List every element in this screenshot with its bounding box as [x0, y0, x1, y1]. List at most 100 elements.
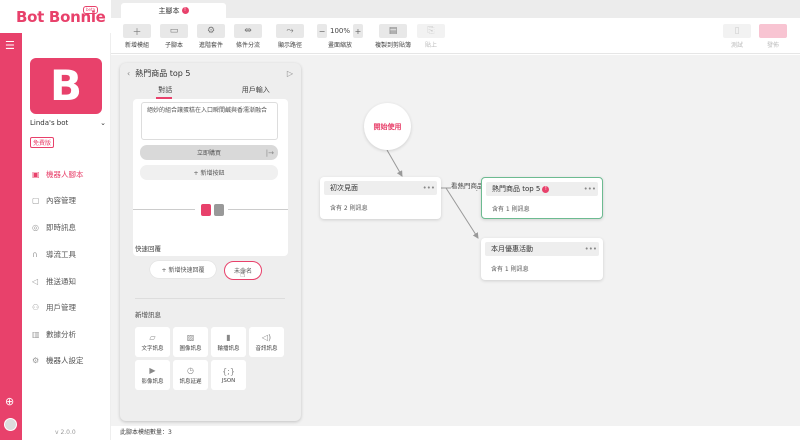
tab-label: 主腳本 — [158, 6, 180, 15]
carousel-page-2[interactable] — [214, 204, 224, 216]
flow-node-monthly-promo[interactable]: 本月優惠活動 ••• 含有 1 則訊息 — [481, 238, 603, 280]
image-icon: ▨ — [186, 332, 195, 342]
bot-avatar-letter-icon: B — [49, 61, 82, 110]
image-message-button[interactable]: ▨ 圖像訊息 — [173, 327, 208, 357]
json-message-button[interactable]: {;} JSON — [211, 360, 246, 390]
sidebar-item-label: 推送通知 — [46, 276, 76, 286]
editor-title: 熱門商品 top 5 — [135, 69, 191, 78]
more-options-icon[interactable]: ••• — [423, 181, 435, 195]
paste-button[interactable]: ⎘ 貼上 — [409, 24, 453, 49]
more-options-icon[interactable]: ••• — [584, 182, 596, 196]
sub-script-label: 子腳本 — [164, 42, 183, 49]
flow-node-first-meet[interactable]: 初次見面 ••• 含有 2 則訊息 — [320, 177, 441, 219]
tab-main-script[interactable]: 主腳本 ! — [121, 3, 226, 18]
sidebar-item-content[interactable]: ▢ 內容管理 — [28, 191, 108, 209]
sidebar-item-label: 機器人腳本 — [46, 169, 84, 179]
module-editor-panel: ‹ 熱門商品 top 5 ▷ 對話 用戶輸入 絕妙的組合讓蛋糕在入口瞬間鹹與香濡… — [120, 63, 301, 421]
show-path-label: 顯示路徑 — [277, 42, 302, 49]
carousel-page-1[interactable] — [201, 204, 211, 216]
sidebar: B Linda's bot ⌄ 免費版 ▣ 機器人腳本 ▢ 內容管理 ◎ 即時訊… — [22, 33, 111, 440]
description-textarea[interactable]: 絕妙的組合讓蛋糕在入口瞬間鹹與香濡漸融合 — [141, 102, 278, 140]
flow-node-title: 本月優惠活動 — [485, 242, 599, 256]
hand-cursor-icon: ☝ — [240, 270, 246, 280]
zoom-out-button[interactable]: − — [317, 24, 327, 38]
sidebar-item-label: 內容管理 — [46, 195, 76, 205]
bot-avatar: B — [30, 58, 102, 114]
editor-tabs: 對話 用戶輸入 — [120, 84, 301, 99]
sidebar-item-live-chat[interactable]: ◎ 即時訊息 — [28, 218, 108, 236]
zoom-control: − 100% + 畫面縮放 — [313, 24, 367, 49]
video-icon: ▶ — [149, 365, 156, 375]
sidebar-item-broadcast[interactable]: ◁ 推送通知 — [28, 272, 108, 290]
sidebar-item-label: 機器人設定 — [46, 355, 84, 365]
gear-icon: ⚙ — [197, 24, 225, 38]
zoom-in-button[interactable]: + — [353, 24, 363, 38]
logo-badge: beta — [83, 6, 99, 14]
braces-icon: {;} — [222, 366, 235, 376]
add-button-button[interactable]: + 新增按鈕 — [140, 165, 278, 180]
tab-user-input[interactable]: 用戶輸入 — [211, 84, 302, 99]
sidebar-item-bot-script[interactable]: ▣ 機器人腳本 — [28, 165, 108, 183]
sidebar-item-analytics[interactable]: ▥ 數據分析 — [28, 325, 108, 343]
buy-now-button[interactable]: 立即購買 |→ — [140, 145, 278, 160]
path-icon: ⤳ — [276, 24, 304, 38]
user-avatar[interactable] — [4, 418, 17, 431]
clock-icon: ◷ — [187, 365, 194, 375]
publish-label: 發佈 — [766, 42, 779, 49]
msg-type-label: 音訊訊息 — [255, 345, 278, 352]
play-icon[interactable]: ▷ — [287, 69, 293, 78]
divider-left — [133, 209, 195, 210]
content-icon: ▢ — [32, 195, 40, 205]
carousel-icon: ▮ — [226, 332, 231, 342]
flow-node-hot-products[interactable]: 熱門商品 top 5! ••• 含有 1 則訊息 — [481, 177, 603, 219]
plus-icon: ＋ — [123, 24, 151, 38]
audio-message-button[interactable]: ◁) 音訊訊息 — [249, 327, 284, 357]
video-message-button[interactable]: ▶ 影像訊息 — [135, 360, 170, 390]
menu-icon[interactable]: ☰ — [5, 39, 15, 52]
status-bar: 此腳本模組數量：3 — [111, 426, 800, 440]
sidebar-item-users[interactable]: ⚇ 用戶管理 — [28, 298, 108, 316]
nav-strip: ☰ ⊕ — [0, 33, 22, 440]
publish-button[interactable]: 發佈 — [751, 24, 795, 49]
new-module-label: 新增模組 — [124, 42, 149, 49]
sidebar-item-label: 數據分析 — [46, 329, 76, 339]
condition-branch-button[interactable]: ⇹ 條件分流 — [226, 24, 270, 49]
error-badge-icon: ! — [542, 186, 550, 193]
msg-type-label: 圖像訊息 — [179, 345, 202, 352]
add-quick-reply-button[interactable]: + 新增快速回覆 — [150, 261, 216, 278]
delay-message-button[interactable]: ◷ 訊息延遲 — [173, 360, 208, 390]
sidebar-item-settings[interactable]: ⚙ 機器人設定 — [28, 351, 108, 369]
sidebar-item-traffic[interactable]: ∩ 導流工具 — [28, 245, 108, 263]
sidebar-item-label: 即時訊息 — [46, 222, 76, 232]
test-label: 測試 — [730, 42, 743, 49]
quick-reply-title: 快速回覆 — [135, 245, 161, 253]
phone-icon: ▯ — [723, 24, 751, 38]
msg-type-label: 輪播訊息 — [217, 345, 240, 352]
zoom-value: 100% — [329, 27, 350, 35]
chat-icon: ◎ — [32, 222, 39, 232]
new-message-title: 新增訊息 — [135, 311, 161, 319]
divider-right — [228, 209, 288, 210]
show-path-button[interactable]: ⤳ 顯示路徑 — [268, 24, 312, 49]
chevron-down-icon: ⌄ — [100, 119, 106, 127]
chevron-left-icon[interactable]: ‹ — [127, 69, 130, 78]
divider — [135, 298, 285, 299]
message-card: 絕妙的組合讓蛋糕在入口瞬間鹹與香濡漸融合 立即購買 |→ + 新增按鈕 — [133, 99, 288, 256]
copy-clipboard-label: 複製到剪貼簿 — [374, 42, 411, 49]
globe-icon[interactable]: ⊕ — [5, 395, 14, 408]
tab-dialog[interactable]: 對話 — [120, 84, 211, 99]
carousel-message-button[interactable]: ▮ 輪播訊息 — [211, 327, 246, 357]
flow-node-title-text: 熱門商品 top 5 — [492, 185, 541, 193]
bot-selector[interactable]: Linda's bot ⌄ — [30, 119, 106, 127]
more-options-icon[interactable]: ••• — [585, 242, 597, 256]
text-bubble-icon: ▱ — [149, 332, 156, 342]
start-node[interactable]: 開始使用 — [364, 103, 411, 150]
advanced-kit-label: 進階套件 — [198, 42, 223, 49]
logo: Bot Bonnie beta — [0, 0, 111, 33]
toolbar: ＋ 新增模組 ▭ 子腳本 ⚙ 進階套件 ⇹ 條件分流 ⤳ 顯示路徑 − 100%… — [111, 18, 800, 54]
sidebar-item-label: 導流工具 — [46, 249, 76, 259]
paste-label: 貼上 — [424, 42, 437, 49]
text-message-button[interactable]: ▱ 文字訊息 — [135, 327, 170, 357]
msg-type-label: 訊息延遲 — [179, 378, 202, 385]
flow-node-title: 熱門商品 top 5! — [486, 182, 598, 196]
